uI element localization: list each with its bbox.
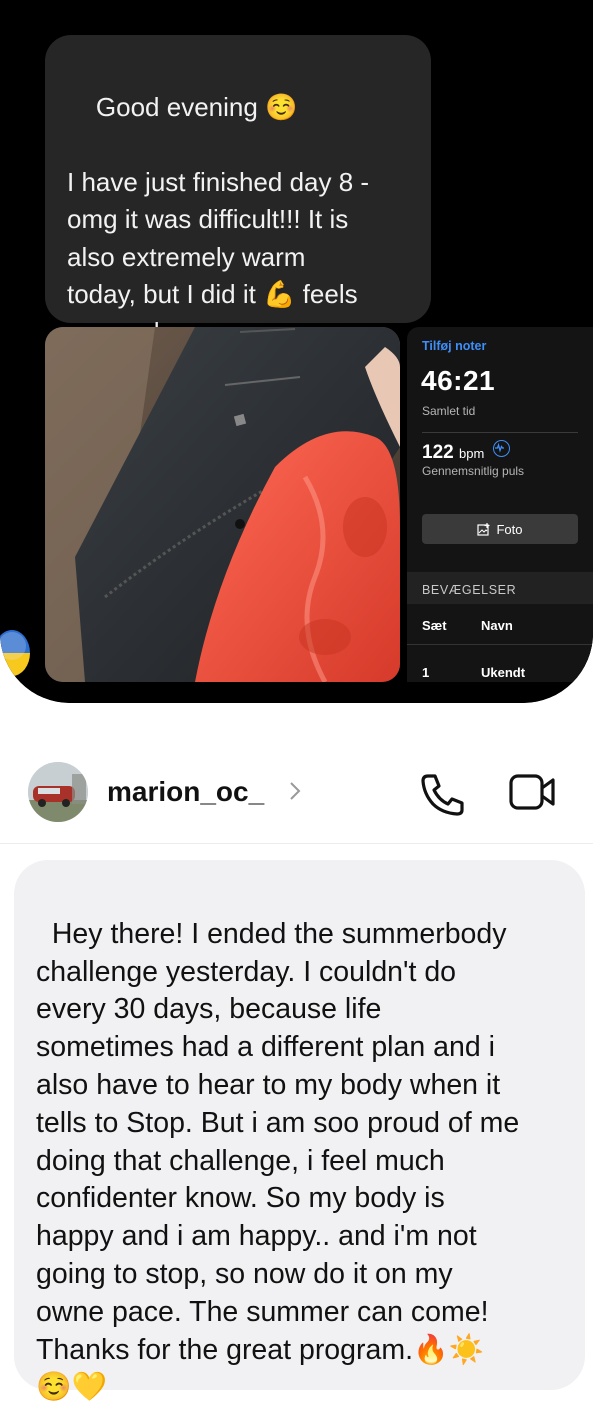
total-time-value: 46:21 (421, 365, 496, 396)
column-header-set: Sæt (422, 618, 447, 633)
avatar[interactable] (28, 762, 88, 822)
add-notes-link[interactable]: Tilføj noter (422, 339, 486, 353)
username[interactable]: marion_oc_ (107, 776, 264, 808)
conversation-header: marion_oc_ (0, 745, 593, 842)
avg-heart-rate: 122 bpm (422, 440, 510, 464)
video-camera-icon[interactable] (508, 772, 558, 812)
received-message-bubble: Good evening ☺️ I have just finished day… (45, 35, 431, 347)
movements-column-headers: Sæt Navn (407, 604, 593, 645)
row-set: 1 (422, 665, 430, 680)
row-name: Ukendt (481, 665, 526, 680)
header-divider (0, 843, 593, 844)
avg-heart-rate-value: 122 (422, 442, 454, 463)
phone-icon[interactable] (420, 772, 466, 816)
workout-photo[interactable] (45, 327, 400, 682)
divider (422, 432, 578, 433)
add-photo-label: Foto (496, 521, 523, 537)
message-bubble[interactable]: Hey there! I ended the summerbody challe… (14, 860, 585, 1403)
photo-add-icon (477, 522, 490, 536)
table-row[interactable]: 1 Ukendt (407, 651, 593, 682)
avg-heart-rate-unit: bpm (458, 446, 485, 461)
shared-screenshot: Good evening ☺️ I have just finished day… (0, 0, 593, 703)
avg-heart-rate-label: Gennemsnitlig puls (422, 464, 525, 478)
received-message-text: Good evening ☺️ I have just finished day… (67, 91, 370, 347)
workout-photo-image (45, 327, 400, 682)
column-header-name: Navn (481, 618, 513, 633)
total-time-label: Samlet tid (422, 404, 476, 418)
workout-summary-panel: Tilføj noter 46:21 Samlet tid 122 bpm Ge… (407, 327, 593, 682)
chevron-right-icon[interactable] (289, 780, 301, 802)
heart-rate-icon (492, 440, 510, 457)
add-photo-button[interactable]: Foto (422, 514, 578, 544)
message-text: Hey there! I ended the summerbody challe… (36, 917, 520, 1404)
movements-header: BEVÆGELSER (407, 572, 593, 604)
